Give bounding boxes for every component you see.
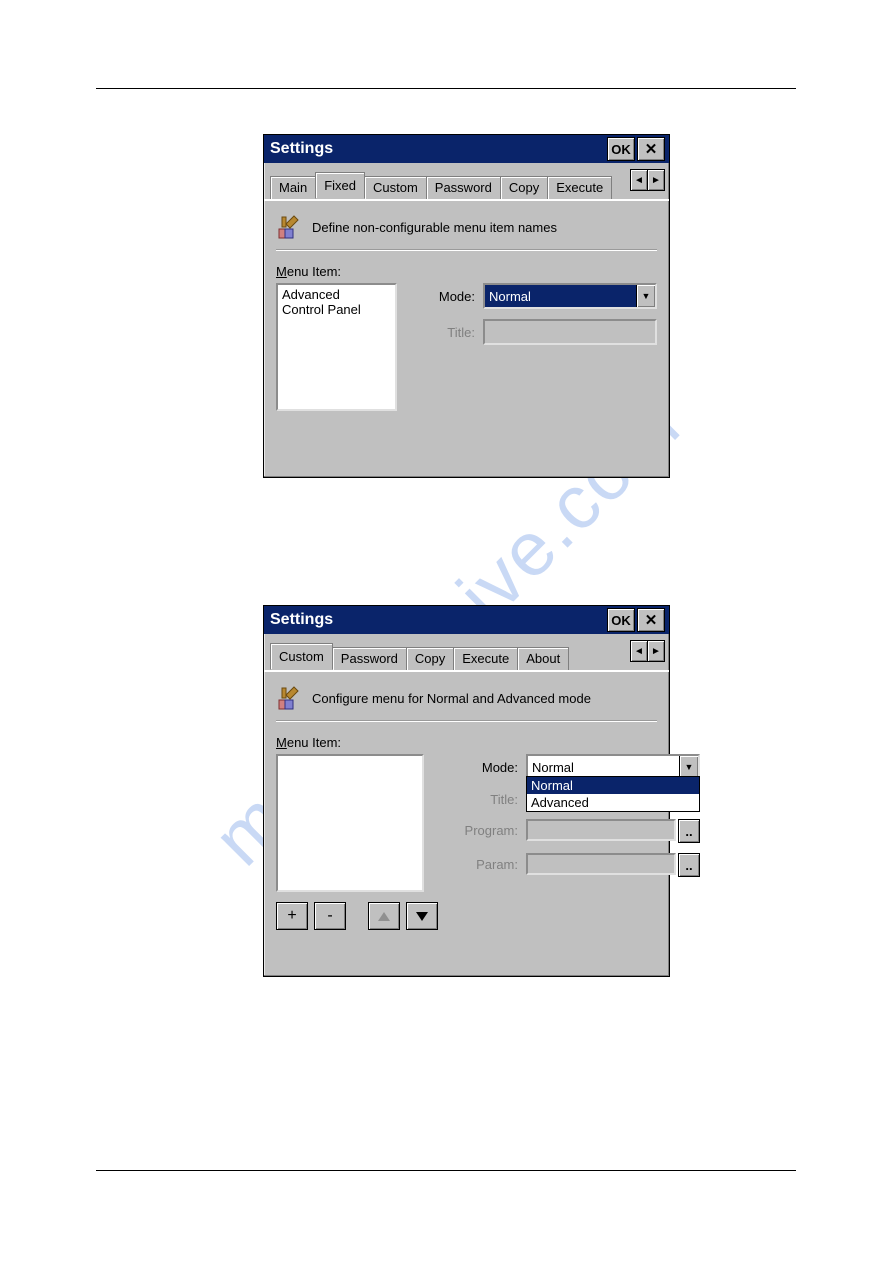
tab-description: Configure menu for Normal and Advanced m… xyxy=(312,691,591,706)
tab-scroll-left-icon[interactable]: ◄ xyxy=(630,169,648,191)
tab-copy[interactable]: Copy xyxy=(406,647,454,670)
tab-password[interactable]: Password xyxy=(332,647,407,670)
page-rule-top xyxy=(96,88,796,89)
mode-combobox[interactable]: Normal ▼ xyxy=(483,283,657,309)
param-input xyxy=(526,853,676,875)
menu-item-listbox[interactable] xyxy=(276,754,424,892)
mode-label: Mode: xyxy=(456,760,518,775)
tab-custom[interactable]: Custom xyxy=(364,176,427,199)
menu-item-label: Menu Item: xyxy=(276,735,657,750)
tab-bar: Custom Password Copy Execute About ◄ ► xyxy=(264,634,669,672)
move-down-button[interactable] xyxy=(406,902,438,930)
ok-button[interactable]: OK xyxy=(607,137,635,161)
tab-copy[interactable]: Copy xyxy=(500,176,548,199)
tab-password[interactable]: Password xyxy=(426,176,501,199)
tab-execute[interactable]: Execute xyxy=(547,176,612,199)
title-bar: Settings OK ✕ xyxy=(264,606,669,634)
tab-scroll-right-icon[interactable]: ► xyxy=(647,640,665,662)
list-item[interactable]: Advanced xyxy=(280,287,393,302)
title-label: Title: xyxy=(415,325,475,340)
tab-bar: Main Fixed Custom Password Copy Execute … xyxy=(264,163,669,201)
tab-fixed[interactable]: Fixed xyxy=(315,172,365,199)
settings-dialog-custom: Settings OK ✕ Custom Password Copy Execu… xyxy=(263,605,670,977)
move-up-button[interactable] xyxy=(368,902,400,930)
menu-item-label: Menu Item: xyxy=(276,264,657,279)
program-browse-button[interactable]: .. xyxy=(678,819,700,843)
mode-value: Normal xyxy=(528,756,679,778)
chevron-down-icon[interactable]: ▼ xyxy=(679,756,698,778)
tab-main[interactable]: Main xyxy=(270,176,316,199)
remove-button[interactable]: - xyxy=(314,902,346,930)
ok-button[interactable]: OK xyxy=(607,608,635,632)
tab-execute[interactable]: Execute xyxy=(453,647,518,670)
title-input xyxy=(483,319,657,345)
tab-scroll-left-icon[interactable]: ◄ xyxy=(630,640,648,662)
tab-about[interactable]: About xyxy=(517,647,569,670)
title-bar: Settings OK ✕ xyxy=(264,135,669,163)
tab-scroll-right-icon[interactable]: ► xyxy=(647,169,665,191)
tab-custom[interactable]: Custom xyxy=(270,643,333,670)
add-button[interactable]: + xyxy=(276,902,308,930)
list-item[interactable]: Control Panel xyxy=(280,302,393,317)
mode-value: Normal xyxy=(485,285,636,307)
mode-label: Mode: xyxy=(415,289,475,304)
chevron-down-icon[interactable]: ▼ xyxy=(636,285,655,307)
close-button[interactable]: ✕ xyxy=(637,608,665,632)
dialog-title: Settings xyxy=(270,140,605,158)
tools-icon xyxy=(276,213,304,241)
param-browse-button[interactable]: .. xyxy=(678,853,700,877)
dialog-title: Settings xyxy=(270,611,605,629)
program-label: Program: xyxy=(456,823,518,838)
param-label: Param: xyxy=(456,857,518,872)
settings-dialog-fixed: Settings OK ✕ Main Fixed Custom Password… xyxy=(263,134,670,478)
mode-dropdown-list[interactable]: Normal Advanced xyxy=(526,776,700,812)
dropdown-option[interactable]: Advanced xyxy=(527,794,699,811)
tab-description: Define non-configurable menu item names xyxy=(312,220,557,235)
program-input xyxy=(526,819,676,841)
page-rule-bottom xyxy=(96,1170,796,1171)
tools-icon xyxy=(276,684,304,712)
close-button[interactable]: ✕ xyxy=(637,137,665,161)
menu-item-listbox[interactable]: Advanced Control Panel xyxy=(276,283,397,411)
title-label: Title: xyxy=(456,792,518,807)
dropdown-option[interactable]: Normal xyxy=(527,777,699,794)
